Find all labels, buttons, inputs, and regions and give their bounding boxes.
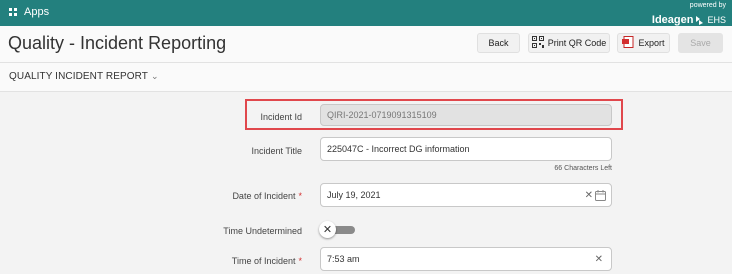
incident-title-input[interactable]: 225047C - Incorrect DG information bbox=[320, 137, 612, 161]
time-undetermined-label-text: Time Undetermined bbox=[223, 226, 302, 236]
time-of-incident-label: Time of Incident * bbox=[142, 256, 302, 266]
incident-title-label: Incident Title bbox=[142, 146, 302, 156]
pdf-export-icon bbox=[622, 36, 634, 50]
section-title[interactable]: QUALITY INCIDENT REPORT ⌄ bbox=[9, 71, 159, 82]
toggle-x-icon: ✕ bbox=[319, 221, 336, 238]
date-of-incident-value: July 19, 2021 bbox=[327, 190, 381, 200]
qr-code-icon bbox=[531, 36, 544, 50]
characters-left-hint: 66 Characters Left bbox=[554, 165, 612, 172]
time-undetermined-toggle[interactable]: ✕ bbox=[319, 221, 359, 238]
time-of-incident-label-text: Time of Incident bbox=[231, 256, 296, 266]
save-button-label: Save bbox=[690, 38, 711, 48]
brand: powered by Ideagen EHS bbox=[652, 2, 726, 28]
time-undetermined-label: Time Undetermined bbox=[142, 226, 302, 236]
chevron-down-icon: ⌄ bbox=[151, 71, 159, 81]
export-button-label: Export bbox=[638, 38, 665, 48]
date-of-incident-label-text: Date of Incident bbox=[232, 191, 296, 201]
highlight-box bbox=[245, 99, 623, 130]
time-of-incident-input[interactable]: 7:53 am ✕ bbox=[320, 247, 612, 271]
top-bar: Apps powered by Ideagen EHS bbox=[0, 0, 732, 26]
required-marker: * bbox=[298, 191, 302, 201]
date-of-incident-input[interactable]: July 19, 2021 ✕ bbox=[320, 183, 612, 207]
ideagen-logo-icon bbox=[696, 16, 704, 25]
print-qr-code-label: Print QR Code bbox=[547, 38, 607, 48]
time-of-incident-value: 7:53 am bbox=[327, 254, 360, 264]
page-header: Quality - Incident Reporting Back Print … bbox=[0, 26, 732, 63]
back-button-label: Back bbox=[488, 38, 509, 48]
print-qr-code-button[interactable]: Print QR Code bbox=[528, 33, 610, 53]
incident-title-label-text: Incident Title bbox=[251, 146, 302, 156]
page-title: Quality - Incident Reporting bbox=[8, 33, 227, 53]
incident-title-value: 225047C - Incorrect DG information bbox=[327, 144, 470, 154]
section-header[interactable]: QUALITY INCIDENT REPORT ⌄ bbox=[0, 63, 732, 92]
clear-icon[interactable]: ✕ bbox=[595, 254, 603, 265]
apps-menu[interactable]: Apps bbox=[9, 6, 49, 18]
export-button[interactable]: Export bbox=[617, 33, 670, 53]
date-of-incident-label: Date of Incident * bbox=[142, 191, 302, 201]
save-button[interactable]: Save bbox=[678, 33, 723, 53]
required-marker: * bbox=[298, 256, 302, 266]
apps-label: Apps bbox=[24, 6, 50, 18]
clear-icon[interactable]: ✕ bbox=[585, 190, 593, 201]
section-title-text: QUALITY INCIDENT REPORT bbox=[9, 71, 148, 82]
powered-by-text: powered by bbox=[689, 2, 726, 9]
calendar-icon[interactable] bbox=[595, 190, 606, 203]
apps-grid-icon bbox=[9, 8, 17, 16]
back-button[interactable]: Back bbox=[477, 33, 520, 53]
